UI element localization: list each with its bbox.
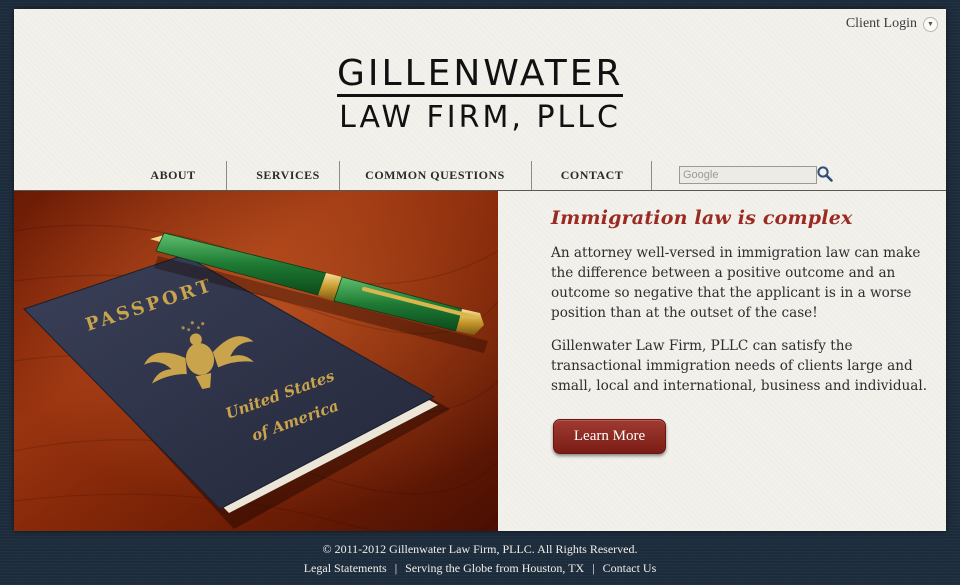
passport-pen-photo: PASSPORT United States of America: [14, 191, 498, 531]
logo-line1: GILLENWATER: [337, 53, 624, 94]
search-input[interactable]: [679, 166, 817, 184]
copyright-text: © 2011-2012 Gillenwater Law Firm, PLLC. …: [322, 542, 638, 556]
client-login-link[interactable]: Client Login ▼: [846, 16, 938, 32]
page-panel: Client Login ▼ GILLENWATER LAW FIRM, PLL…: [14, 9, 946, 531]
footer-links: Legal Statements | Serving the Globe from …: [0, 560, 960, 576]
logo[interactable]: GILLENWATER LAW FIRM, PLLC: [337, 55, 623, 135]
nav-item-common-questions[interactable]: COMMON QUESTIONS: [354, 161, 516, 190]
nav-item-services[interactable]: SERVICES: [238, 161, 338, 190]
nav-divider: [226, 161, 227, 190]
nav-item-contact[interactable]: CONTACT: [544, 161, 640, 190]
footer-link-contact-us[interactable]: Contact Us: [603, 561, 657, 575]
logo-line2: LAW FIRM, PLLC: [339, 100, 621, 135]
nav-divider: [339, 161, 340, 190]
page-title: Immigration law is complex: [551, 207, 853, 229]
footer-separator: |: [592, 561, 595, 575]
chevron-down-icon[interactable]: ▼: [923, 16, 938, 32]
nav-divider: [531, 161, 532, 190]
search-icon[interactable]: [816, 165, 834, 183]
main-nav: ABOUT SERVICES COMMON QUESTIONS CONTACT: [14, 161, 946, 190]
footer-link-legal-statements[interactable]: Legal Statements: [304, 561, 387, 575]
learn-more-button[interactable]: Learn More: [553, 419, 666, 454]
nav-item-about[interactable]: ABOUT: [132, 161, 214, 190]
footer: © 2011-2012 Gillenwater Law Firm, PLLC. …: [0, 541, 960, 576]
nav-divider: [651, 161, 652, 190]
intro-paragraph: An attorney well-versed in immigration l…: [551, 245, 921, 321]
client-login-label: Client Login: [845, 16, 917, 31]
footer-link-serving-the-globe[interactable]: Serving the Globe from Houston, TX: [405, 561, 584, 575]
hero-photo: PASSPORT United States of America: [14, 191, 498, 531]
services-paragraph: Gillenwater Law Firm, PLLC can satisfy t…: [551, 338, 928, 394]
footer-separator: |: [394, 561, 398, 575]
logo-rule: [337, 94, 623, 97]
main-content: Immigration law is complex An attorney w…: [551, 207, 941, 409]
